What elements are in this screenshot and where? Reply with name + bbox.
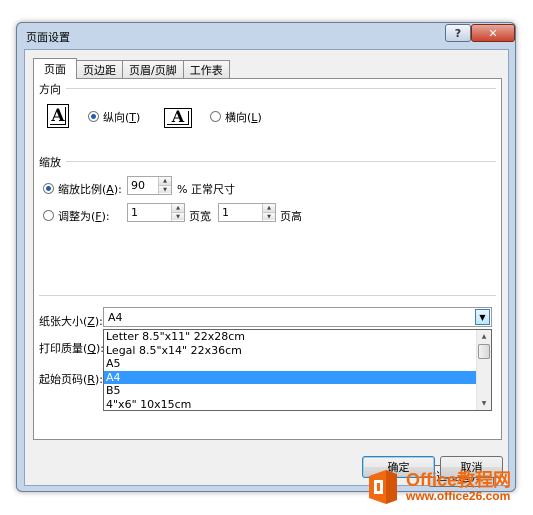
fit-pages-wide-suffix: 页宽 bbox=[189, 210, 211, 223]
fit-to-radio[interactable] bbox=[43, 210, 54, 221]
chevron-down-icon[interactable]: ▼ bbox=[475, 309, 490, 325]
portrait-label[interactable]: 纵向(T) bbox=[103, 109, 140, 125]
list-item[interactable]: 4"x6" 10x15cm bbox=[104, 398, 477, 411]
scale-percent-value: 90 bbox=[131, 179, 145, 192]
watermark-url: www.office26.com bbox=[406, 489, 511, 504]
spin-up-icon[interactable]: ▲ bbox=[263, 204, 275, 212]
orientation-divider bbox=[66, 88, 496, 89]
list-item[interactable]: A5 bbox=[104, 357, 477, 371]
fit-pages-wide-value: 1 bbox=[131, 206, 138, 219]
portrait-icon: A bbox=[47, 104, 69, 128]
spin-up-icon[interactable]: ▲ bbox=[159, 177, 171, 185]
tab-header-footer[interactable]: 页眉/页脚 bbox=[122, 60, 184, 79]
page-tab-panel: 方向 A 纵向(T) A 横向(L) 缩放 缩放比例(A): 90 ▲ ▼ % 正… bbox=[33, 78, 502, 487]
scaling-heading: 缩放 bbox=[39, 156, 61, 169]
scaling-divider bbox=[66, 161, 496, 162]
title-bar[interactable]: 页面设置 ? ✕ bbox=[17, 23, 515, 49]
landscape-icon: A bbox=[164, 107, 192, 128]
tab-sheet[interactable]: 工作表 bbox=[182, 60, 230, 79]
dialog-client: 页面 页边距 页眉/页脚 工作表 方向 A 纵向(T) A 横向(L) 缩放 缩… bbox=[24, 49, 509, 487]
first-page-number-label: 起始页码(R): bbox=[39, 373, 103, 386]
watermark-title: Office教程网 bbox=[406, 469, 512, 490]
orientation-heading: 方向 bbox=[39, 83, 61, 96]
scroll-up-icon[interactable]: ▲ bbox=[477, 330, 491, 343]
scale-percent-suffix: % 正常尺寸 bbox=[177, 183, 235, 196]
adjust-to-label[interactable]: 缩放比例(A): bbox=[58, 181, 122, 197]
help-button[interactable]: ? bbox=[445, 24, 471, 42]
tab-margins[interactable]: 页边距 bbox=[76, 60, 123, 79]
spin-down-icon[interactable]: ▼ bbox=[263, 212, 275, 220]
dialog-title: 页面设置 bbox=[26, 31, 70, 44]
scroll-thumb[interactable] bbox=[478, 344, 490, 359]
spin-down-icon[interactable]: ▼ bbox=[159, 185, 171, 193]
landscape-radio[interactable] bbox=[210, 111, 221, 122]
tab-strip: 页面 页边距 页眉/页脚 工作表 bbox=[33, 58, 230, 79]
adjust-to-radio[interactable] bbox=[43, 183, 54, 194]
paper-size-dropdown[interactable]: Letter 8.5"x11" 22x28cm Legal 8.5"x14" 2… bbox=[103, 329, 492, 411]
dropdown-scrollbar[interactable]: ▲ ▼ bbox=[476, 330, 491, 410]
site-watermark: Office教程网 www.office26.com bbox=[366, 462, 532, 512]
list-item[interactable]: Letter 8.5"x11" 22x28cm bbox=[104, 330, 477, 344]
tab-page[interactable]: 页面 bbox=[33, 58, 77, 79]
office-logo-icon bbox=[366, 468, 400, 506]
paper-divider bbox=[39, 295, 496, 296]
list-item-selected[interactable]: A4 bbox=[104, 370, 477, 384]
fit-pages-tall-value: 1 bbox=[222, 206, 229, 219]
scale-percent-spinner[interactable]: 90 ▲ ▼ bbox=[127, 176, 172, 195]
fit-pages-tall-spinner[interactable]: 1 ▲ ▼ bbox=[218, 203, 276, 222]
list-item[interactable]: Legal 8.5"x14" 22x36cm bbox=[104, 344, 477, 358]
spin-up-icon[interactable]: ▲ bbox=[172, 204, 184, 212]
page-setup-dialog: 页面设置 ? ✕ 页面 页边距 页眉/页脚 工作表 方向 A 纵向(T) A 横… bbox=[16, 22, 516, 492]
fit-pages-tall-suffix: 页高 bbox=[280, 210, 302, 223]
list-item[interactable]: B5 bbox=[104, 384, 477, 398]
paper-size-label: 纸张大小(Z): bbox=[39, 315, 103, 328]
fit-pages-wide-spinner[interactable]: 1 ▲ ▼ bbox=[127, 203, 185, 222]
close-button[interactable]: ✕ bbox=[471, 24, 515, 42]
fit-to-label[interactable]: 调整为(F): bbox=[58, 208, 110, 224]
spin-down-icon[interactable]: ▼ bbox=[172, 212, 184, 220]
paper-size-select[interactable]: A4 ▼ bbox=[103, 307, 492, 327]
portrait-radio[interactable] bbox=[88, 111, 99, 122]
landscape-label[interactable]: 横向(L) bbox=[225, 109, 262, 125]
paper-size-value: A4 bbox=[108, 311, 123, 324]
scroll-down-icon[interactable]: ▼ bbox=[477, 397, 491, 410]
print-quality-label: 打印质量(Q): bbox=[39, 342, 104, 355]
